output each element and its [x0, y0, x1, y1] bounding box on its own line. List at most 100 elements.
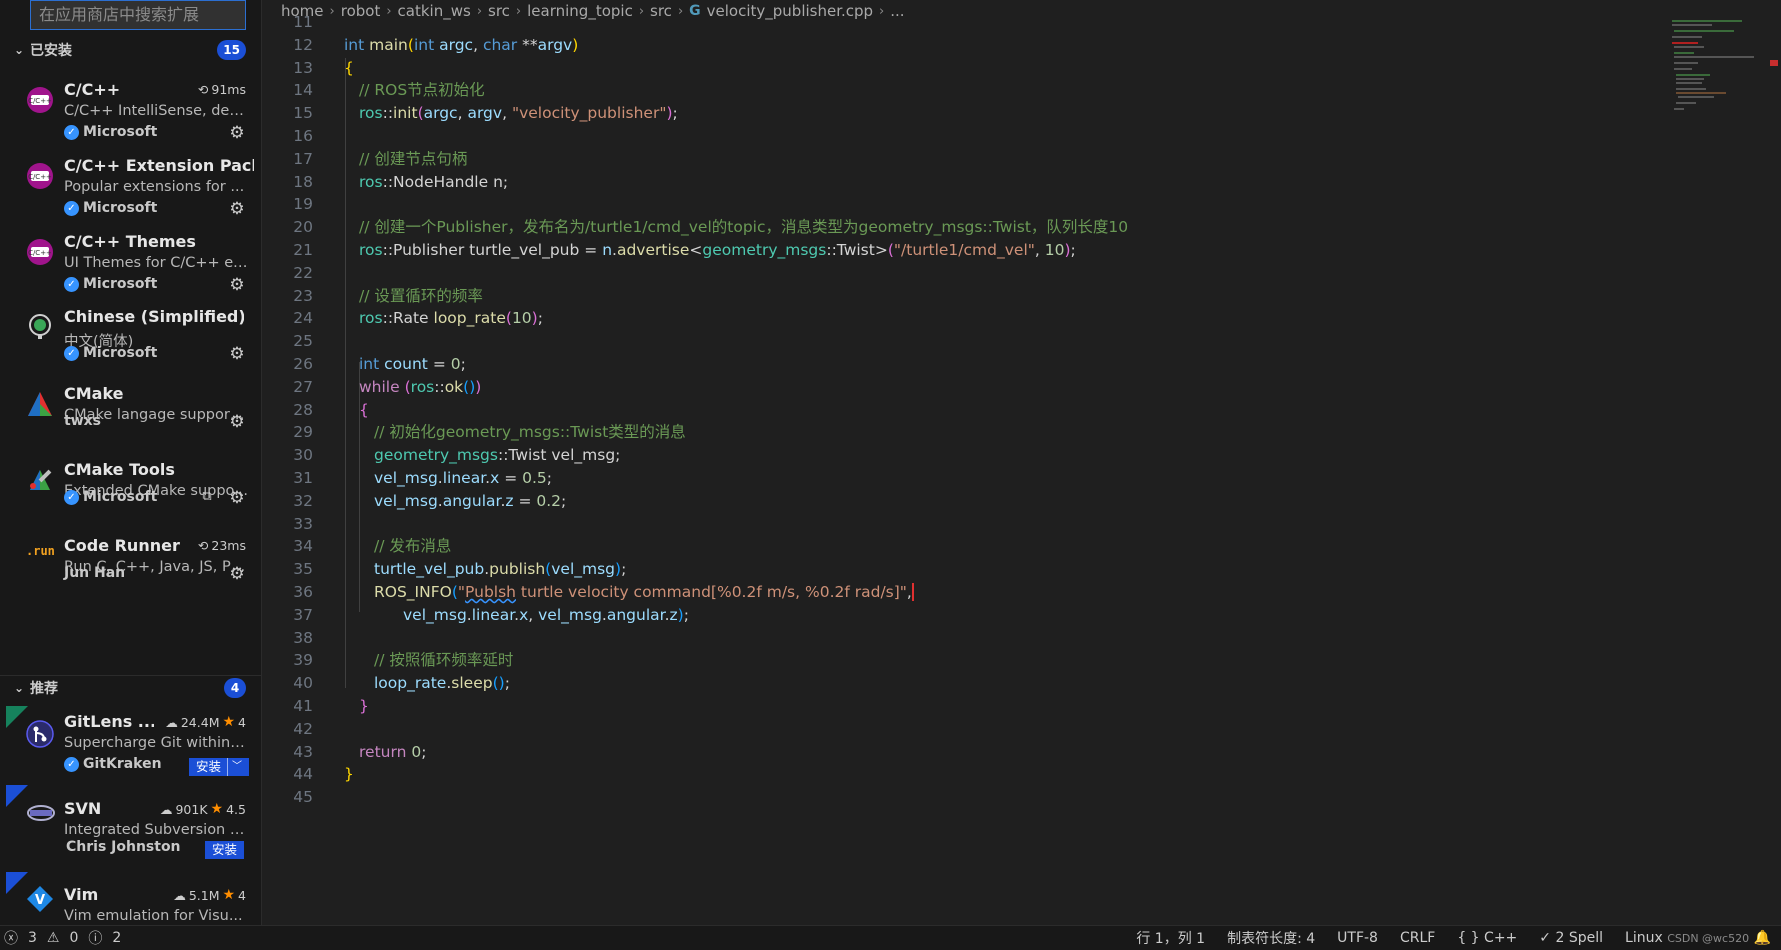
extension-description: Supercharge Git within ... — [64, 735, 248, 751]
extension-name: Vim — [64, 885, 99, 904]
extension-search-input[interactable]: 在应用商店中搜索扩展 — [30, 0, 246, 30]
gear-icon[interactable]: ⚙ — [227, 564, 247, 584]
globe-icon — [26, 313, 54, 341]
code-line: vel_msg.linear.x, vel_msg.angular.z); — [403, 605, 689, 624]
line-number: 27 — [293, 377, 313, 396]
download-icon: ☁ — [165, 714, 178, 730]
cursor-position[interactable]: 行 1，列 1 — [1136, 928, 1205, 948]
download-icon: ☁ — [159, 801, 173, 817]
extension-description: Vim emulation for Visu... — [64, 908, 243, 924]
code-line: return 0; — [359, 742, 427, 761]
installed-section-title: 已安装 — [30, 43, 72, 59]
install-button[interactable]: 安装 — [205, 841, 245, 859]
line-number: 25 — [293, 332, 313, 351]
recommended-corner-badge — [6, 785, 28, 807]
star-icon: ★ — [210, 801, 224, 817]
code-line: ros::Publisher turtle_vel_pub = n.advert… — [359, 241, 1076, 259]
extension-item-c-cpp[interactable]: C/C++ C/C++ ⟲ 91ms C/C++ IntelliSense, de… — [0, 80, 261, 166]
extension-item-gitlens[interactable]: GitLens ... ☁ 24.4M ★ 4 Supercharge Git wit… — [0, 706, 261, 798]
extension-publisher: ✓ Microsoft — [64, 276, 157, 292]
extension-name: C/C++ — [64, 80, 121, 99]
svg-text:C/C++: C/C++ — [28, 173, 52, 181]
line-number: 22 — [293, 263, 313, 282]
gear-icon[interactable]: ⚙ — [227, 488, 247, 508]
code-line: int main(int argc, char **argv) — [344, 35, 579, 54]
warning-count: 0 — [69, 930, 79, 946]
line-number: 23 — [293, 286, 313, 305]
line-number: 40 — [293, 674, 313, 693]
line-number: 14 — [293, 81, 313, 100]
extension-item-cmake-tools[interactable]: CMake Tools Extended CMake suppo... ✓ Mic… — [0, 460, 261, 546]
gear-icon[interactable]: ⚙ — [227, 412, 247, 432]
code-line: } — [344, 765, 354, 784]
line-number: 15 — [293, 104, 313, 123]
line-number: 36 — [293, 583, 313, 601]
history-icon: ⟲ — [197, 82, 209, 97]
code-line: ROS_INFO("Publsh turtle velocity command… — [374, 581, 919, 604]
line-number: 18 — [293, 172, 313, 191]
line-number: 35 — [293, 560, 313, 579]
gear-icon[interactable]: ⚙ — [227, 275, 247, 295]
extension-stats: ☁ 24.4M ★ 4 — [165, 714, 246, 730]
code-line: geometry_msgs::Twist vel_msg; — [374, 446, 621, 465]
extension-publisher: ✓ Microsoft — [64, 489, 157, 505]
gear-icon[interactable]: ⚙ — [227, 199, 247, 219]
extension-item-code-runner[interactable]: .run Code Runner ⟲ 23ms Run C, C++, Java,… — [0, 536, 261, 622]
code-line: vel_msg.linear.x = 0.5; — [374, 469, 552, 487]
installed-section-header[interactable]: ⌄ 已安装 15 — [0, 38, 261, 62]
extension-name: Chinese (Simplified) (... — [64, 307, 244, 326]
gear-icon[interactable]: ⚙ — [227, 123, 247, 143]
code-line: ros::NodeHandle n; — [359, 172, 509, 191]
bell-icon[interactable]: 🔔 — [1754, 930, 1771, 946]
warning-icon: ⚠ — [46, 930, 60, 946]
line-number: 39 — [293, 651, 313, 670]
os-indicator[interactable]: Linux CSDN @wc520 🔔 — [1625, 930, 1771, 946]
code-comment: // 发布消息 — [374, 537, 452, 556]
verified-icon: ✓ — [64, 200, 79, 216]
gear-icon[interactable]: ⚙ — [227, 344, 247, 364]
code-line: ros::Rate loop_rate(10); — [359, 309, 543, 328]
verified-icon: ✓ — [64, 756, 79, 772]
line-number: 19 — [293, 195, 313, 214]
svg-text:C/C++: C/C++ — [28, 249, 52, 257]
extension-item-c-cpp-extension-pack[interactable]: C/C++ C/C++ Extension Pack Popular exten… — [0, 156, 261, 242]
tab-size[interactable]: 制表符长度: 4 — [1227, 928, 1315, 948]
extension-stats: ☁ 5.1M ★ 4 — [173, 887, 246, 903]
extension-item-vim[interactable]: V Vim ☁ 5.1M ★ 4 Vim emulation for Visu... — [0, 872, 261, 925]
code-line: ros::init(argc, argv, "velocity_publishe… — [359, 104, 678, 123]
line-number: 41 — [293, 697, 313, 715]
end-of-line[interactable]: CRLF — [1400, 930, 1435, 946]
info-icon: ⓘ — [88, 931, 103, 947]
line-number: 20 — [293, 218, 313, 237]
line-number: 43 — [293, 742, 313, 761]
spell-check[interactable]: ✓ 2 Spell — [1539, 930, 1603, 946]
extension-publisher: ✓ Microsoft — [64, 200, 157, 216]
sync-ignored-icon[interactable]: ⧉ — [198, 489, 216, 505]
line-number: 11 — [293, 13, 313, 31]
line-number: 16 — [293, 127, 313, 145]
language-mode[interactable]: { } C++ — [1457, 930, 1517, 946]
code-editor[interactable]: 11 12 int main(int argc, char **argv) 13 {… — [263, 13, 1563, 925]
extension-item-chinese-language-pack[interactable]: Chinese (Simplified) (... 中文(简体) ✓Micros… — [0, 307, 261, 393]
chevron-down-icon[interactable]: ﹀ — [227, 758, 242, 776]
recommended-corner-badge — [6, 706, 28, 728]
install-button[interactable]: 安装 ﹀ — [189, 758, 250, 776]
problems-indicator[interactable]: ⓧ 3 ⚠ 0 ⓘ 2 — [0, 928, 125, 948]
code-comment: // ROS节点初始化 — [359, 81, 485, 100]
extension-description: UI Themes for C/C++ ex... — [64, 255, 248, 271]
extension-item-c-cpp-themes[interactable]: C/C++ C/C++ Themes UI Themes for C/C++ e… — [0, 232, 261, 318]
recommended-corner-badge — [6, 872, 28, 894]
braces-icon: { } — [1457, 930, 1480, 946]
recommended-section-header[interactable]: ⌄ 推荐 4 — [0, 675, 261, 699]
gitlens-icon — [26, 720, 54, 748]
extension-item-cmake[interactable]: CMake CMake langage support... twxs ⚙ — [0, 384, 261, 470]
code-line: { — [344, 58, 354, 77]
encoding[interactable]: UTF-8 — [1337, 930, 1378, 946]
extension-publisher: Chris Johnston — [66, 839, 181, 855]
extension-item-svn[interactable]: SVN ☁ 901K ★ 4.5 Integrated Subversion s...… — [0, 785, 261, 885]
extension-publisher: twxs — [64, 413, 101, 429]
minimap[interactable] — [1672, 16, 1772, 136]
verified-icon: ✓ — [64, 124, 79, 140]
extension-name: CMake — [64, 384, 124, 403]
download-icon: ☁ — [173, 887, 186, 903]
